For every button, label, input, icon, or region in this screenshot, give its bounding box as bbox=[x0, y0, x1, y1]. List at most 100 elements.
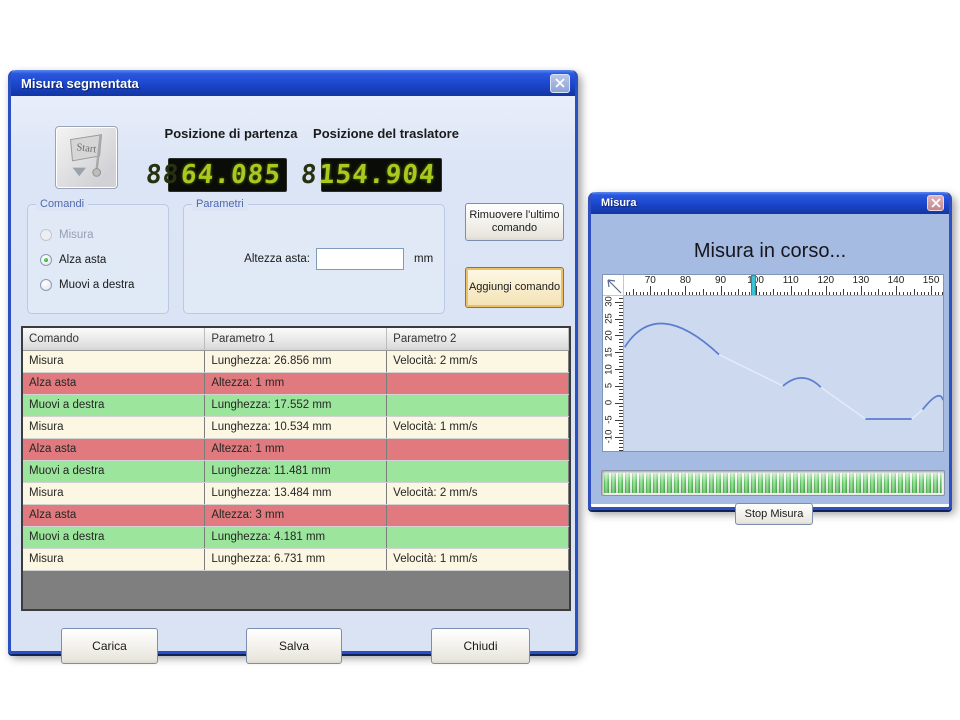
close-icon[interactable] bbox=[927, 195, 944, 211]
plot-area bbox=[624, 296, 943, 451]
remove-last-command-button[interactable]: Rimuovere l'ultimo comando bbox=[465, 203, 564, 241]
table-cell bbox=[387, 460, 569, 482]
table-cell bbox=[387, 504, 569, 526]
table-cell bbox=[387, 394, 569, 416]
table-header-row: ComandoParametro 1Parametro 2 bbox=[23, 328, 569, 350]
x-tick-label: 90 bbox=[706, 275, 736, 286]
radio-label: Muovi a destra bbox=[59, 279, 134, 291]
titlebar-misura[interactable]: Misura bbox=[591, 192, 949, 214]
x-tick-label: 140 bbox=[881, 275, 911, 286]
table-cell: Altezza: 1 mm bbox=[205, 372, 387, 394]
table-cell: Muovi a destra bbox=[23, 526, 205, 548]
window-misura: Misura Misura in corso... 70809010011012… bbox=[588, 192, 952, 510]
radio-option-misura: Misura bbox=[40, 229, 94, 241]
radio-option-alza-asta[interactable]: Alza asta bbox=[40, 254, 106, 266]
table-cell: Alza asta bbox=[23, 438, 205, 460]
ruler-corner-arrow-icon bbox=[603, 275, 624, 296]
table-cell: Lunghezza: 4.181 mm bbox=[205, 526, 387, 548]
x-tick-label: 70 bbox=[635, 275, 665, 286]
position-cursor bbox=[751, 275, 756, 296]
table-cell: Alza asta bbox=[23, 504, 205, 526]
table-row[interactable]: MisuraLunghezza: 10.534 mmVelocità: 1 mm… bbox=[23, 416, 569, 438]
table-cell: Lunghezza: 26.856 mm bbox=[205, 350, 387, 372]
start-button[interactable]: Start bbox=[55, 126, 118, 189]
x-ruler: 708090100110120130140150 bbox=[624, 275, 943, 296]
measurement-chart: 708090100110120130140150 302520151050-5-… bbox=[602, 274, 944, 452]
curve-segment bbox=[625, 324, 719, 355]
close-icon[interactable] bbox=[550, 74, 570, 93]
measure-in-progress-heading: Misura in corso... bbox=[591, 240, 949, 263]
lcd-value: 64.085 bbox=[180, 160, 283, 190]
table-row[interactable]: Muovi a destraLunghezza: 11.481 mm bbox=[23, 460, 569, 482]
window-title: Misura bbox=[601, 197, 927, 209]
table-row[interactable]: Muovi a destraLunghezza: 4.181 mm bbox=[23, 526, 569, 548]
radio-icon bbox=[40, 279, 52, 291]
table-cell: Muovi a destra bbox=[23, 460, 205, 482]
table-row[interactable]: MisuraLunghezza: 13.484 mmVelocità: 2 mm… bbox=[23, 482, 569, 504]
groupbox-parametri-title: Parametri bbox=[192, 197, 248, 211]
x-tick-label: 150 bbox=[916, 275, 943, 286]
curve-faint-segment bbox=[719, 355, 783, 386]
table-row[interactable]: Alza astaAltezza: 3 mm bbox=[23, 504, 569, 526]
chiudi-button[interactable]: Chiudi bbox=[431, 628, 530, 664]
y-tick-label: -10 bbox=[604, 425, 615, 449]
y-ruler: 302520151050-5-10 bbox=[603, 296, 624, 451]
x-tick-label: 80 bbox=[670, 275, 700, 286]
carica-button[interactable]: Carica bbox=[61, 628, 158, 664]
desktop: Misura segmentata Start Posizione di par… bbox=[0, 0, 960, 720]
table-row[interactable]: Alza astaAltezza: 1 mm bbox=[23, 372, 569, 394]
table-cell: Misura bbox=[23, 482, 205, 504]
column-header[interactable]: Parametro 1 bbox=[205, 328, 387, 350]
lcd-value: 154.904 bbox=[318, 160, 437, 190]
curve-faint-segment bbox=[912, 410, 923, 419]
x-tick-label: 120 bbox=[811, 275, 841, 286]
table-row[interactable]: Muovi a destraLunghezza: 17.552 mm bbox=[23, 394, 569, 416]
window-misura-segmentata: Misura segmentata Start Posizione di par… bbox=[8, 70, 578, 654]
table-row[interactable]: MisuraLunghezza: 26.856 mmVelocità: 2 mm… bbox=[23, 350, 569, 372]
table-cell: Lunghezza: 11.481 mm bbox=[205, 460, 387, 482]
altezza-asta-label: Altezza asta: bbox=[192, 253, 310, 265]
groupbox-comandi-title: Comandi bbox=[36, 197, 88, 211]
measurement-progress-bar bbox=[601, 470, 945, 496]
table-row[interactable]: MisuraLunghezza: 6.731 mmVelocità: 1 mm/… bbox=[23, 548, 569, 570]
table-cell: Misura bbox=[23, 416, 205, 438]
table-cell: Alza asta bbox=[23, 372, 205, 394]
client-area: Misura in corso... 708090100110120130140… bbox=[591, 214, 949, 504]
table-cell bbox=[387, 438, 569, 460]
column-header[interactable]: Parametro 2 bbox=[387, 328, 569, 350]
column-header[interactable]: Comando bbox=[23, 328, 205, 350]
curve-segment bbox=[923, 396, 943, 410]
table-cell: Velocità: 1 mm/s bbox=[387, 416, 569, 438]
lcd-ghost-digits: 8 bbox=[299, 160, 318, 190]
table-cell: Altezza: 3 mm bbox=[205, 504, 387, 526]
lcd-posizione-traslatore: 8 154.904 bbox=[321, 158, 442, 192]
window-title: Misura segmentata bbox=[21, 76, 550, 91]
table-cell bbox=[387, 526, 569, 548]
table-cell: Lunghezza: 17.552 mm bbox=[205, 394, 387, 416]
table-cell: Lunghezza: 10.534 mm bbox=[205, 416, 387, 438]
curve-segment bbox=[783, 378, 821, 387]
label-posizione-partenza: Posizione di partenza bbox=[156, 127, 306, 141]
stop-misura-button[interactable]: Stop Misura bbox=[735, 503, 813, 525]
lcd-posizione-partenza: 88 64.085 bbox=[168, 158, 287, 192]
client-area: Start Posizione di partenza 88 64.085 Po… bbox=[11, 96, 575, 651]
titlebar-misura-segmentata[interactable]: Misura segmentata bbox=[11, 70, 575, 96]
add-command-button[interactable]: Aggiungi comando bbox=[465, 267, 564, 308]
radio-label: Alza asta bbox=[59, 254, 106, 266]
unit-label: mm bbox=[414, 253, 433, 265]
x-tick-label: 130 bbox=[846, 275, 876, 286]
lcd-ghost-digits: 88 bbox=[144, 160, 180, 190]
curve-faint-segment bbox=[821, 387, 866, 419]
radio-icon bbox=[40, 254, 52, 266]
radio-label: Misura bbox=[59, 229, 94, 241]
groupbox-comandi: Comandi MisuraAlza astaMuovi a destra bbox=[27, 204, 169, 314]
label-posizione-traslatore: Posizione del traslatore bbox=[311, 127, 461, 141]
table-row[interactable]: Alza astaAltezza: 1 mm bbox=[23, 438, 569, 460]
table-cell: Misura bbox=[23, 548, 205, 570]
table-cell: Velocità: 2 mm/s bbox=[387, 350, 569, 372]
groupbox-parametri: Parametri Altezza asta: mm bbox=[183, 204, 445, 314]
salva-button[interactable]: Salva bbox=[246, 628, 342, 664]
radio-option-muovi-a-destra[interactable]: Muovi a destra bbox=[40, 279, 134, 291]
x-tick-label: 110 bbox=[776, 275, 806, 286]
altezza-asta-input[interactable] bbox=[316, 248, 404, 270]
